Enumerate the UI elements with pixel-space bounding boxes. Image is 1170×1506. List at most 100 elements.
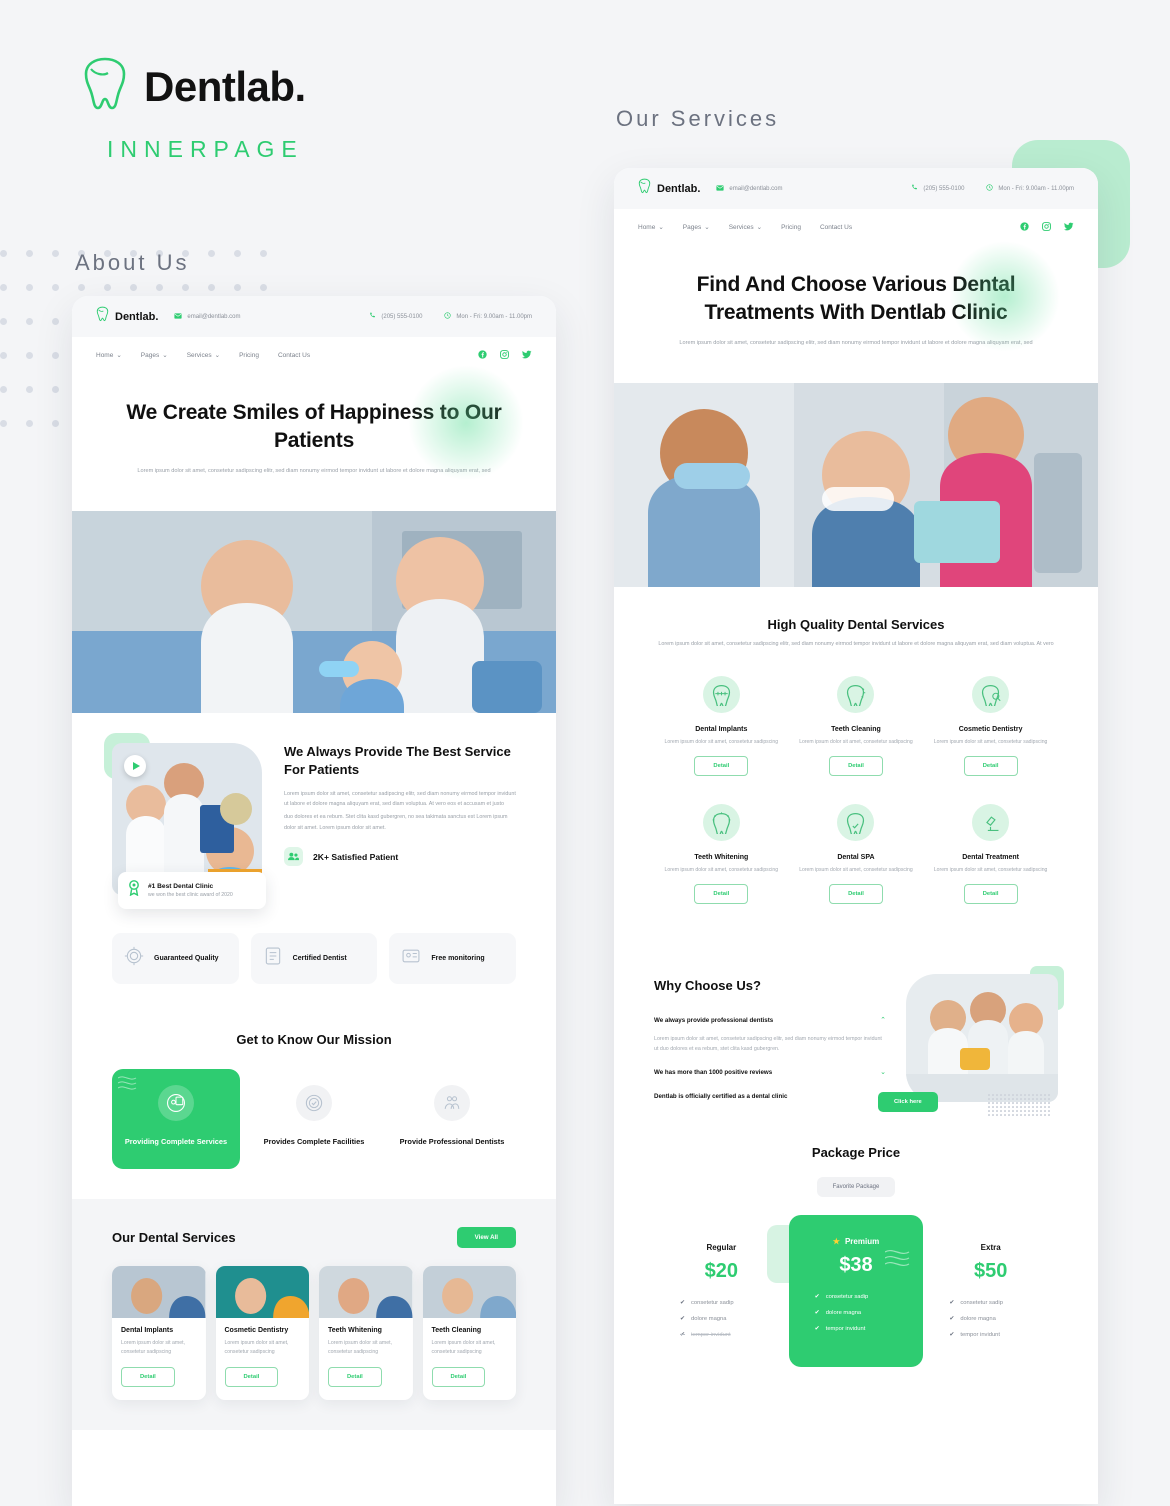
provide-media: #1 Best Dental Clinic we won the best cl… (104, 733, 266, 910)
service-card[interactable]: Cosmetic Dentistry Lorem ipsum dolor sit… (215, 1266, 309, 1400)
nav-item-home[interactable]: Home ⌄ (638, 223, 664, 232)
accordion-item[interactable]: Dentlab is officially certified as a den… (654, 1085, 886, 1109)
accordion-answer: Lorem ipsum dolor sit amet, consetetur s… (654, 1035, 882, 1053)
dental-services-title: Our Dental Services (112, 1230, 236, 1246)
topbar-logo[interactable]: Dentlab. (638, 178, 700, 199)
topbar-email[interactable]: email@dentlab.com (716, 184, 783, 193)
facebook-icon[interactable] (1020, 218, 1029, 236)
package-price-title: Package Price (811, 1145, 901, 1161)
nav-item-services[interactable]: Services ⌄ (729, 223, 762, 232)
detail-button[interactable]: Detail (224, 1366, 279, 1387)
topbar-logo[interactable]: Dentlab. (96, 306, 158, 327)
service-item-title: Cosmetic Dentistry (958, 725, 1023, 733)
pricing-plan-premium[interactable]: ★ Premium $38 ✔ consetetur sadip ✔ dolore m… (788, 1215, 924, 1368)
service-item[interactable]: Teeth Cleaning Lorem ipsum dolor sit ame… (789, 675, 924, 777)
topbar: Dentlab. email@dentlab.com (205) 555-010… (72, 296, 556, 337)
click-here-button[interactable]: Click here (878, 1092, 938, 1113)
play-button[interactable] (124, 755, 146, 778)
plan-feature: ✔ tempor invidunt (680, 1331, 731, 1339)
twitter-icon[interactable] (1064, 218, 1074, 236)
instagram-icon[interactable] (500, 346, 509, 364)
plan-price: $50 (973, 1260, 1008, 1283)
plan-feature: ✔ dolore magna (680, 1315, 727, 1323)
service-card-image (112, 1266, 206, 1319)
phone-icon (911, 184, 918, 193)
chevron-up-icon[interactable]: ⌃ (880, 1016, 886, 1024)
detail-button[interactable]: Detail (829, 884, 883, 905)
badge-certified-dentist[interactable]: Certified Dentist (250, 933, 378, 985)
service-item[interactable]: Dental Implants Lorem ipsum dolor sit am… (654, 675, 789, 777)
detail-button[interactable]: Detail (963, 756, 1018, 777)
quality-shield-icon (124, 946, 144, 971)
plan-name: Regular (706, 1243, 737, 1253)
hero-section: Find And Choose Various Dental Treatment… (614, 239, 1098, 384)
brand-block: Dentlab. INNERPAGE (82, 55, 306, 163)
service-card-title: Teeth Cleaning (431, 1327, 482, 1335)
topbar-phone[interactable]: (205) 555-0100 (911, 184, 964, 193)
tooth-sparkle-icon (837, 675, 875, 713)
twitter-icon[interactable] (522, 346, 532, 364)
chevron-down-icon[interactable]: ⌄ (880, 1068, 886, 1076)
mission-card-provide-professional-dentists[interactable]: Provide Professional Dentists (388, 1069, 516, 1169)
nav-item-contact-us[interactable]: Contact Us (278, 352, 310, 359)
topbar-phone[interactable]: (205) 555-0100 (369, 312, 422, 321)
nav-item-home[interactable]: Home ⌄ (96, 351, 122, 360)
service-item[interactable]: Dental SPA Lorem ipsum dolor sit amet, c… (789, 804, 924, 905)
detail-button[interactable]: Detail (431, 1366, 486, 1387)
navbar: Home ⌄ Pages ⌄ Services ⌄ Pricing Contact U… (614, 209, 1098, 245)
nav-item-pricing[interactable]: Pricing (781, 224, 801, 231)
view-all-button[interactable]: View All (456, 1227, 516, 1249)
accordion-item[interactable]: We always provide professional dentists … (654, 1009, 886, 1060)
topbar-email[interactable]: email@dentlab.com (174, 312, 241, 321)
mission-card-provides-complete-facilities[interactable]: Provides Complete Facilities (250, 1069, 378, 1169)
service-item[interactable]: Cosmetic Dentistry Lorem ipsum dolor sit… (923, 675, 1058, 777)
detail-button[interactable]: Detail (694, 756, 749, 777)
provide-body-text-2: duo dolores et ea rebum. Stet clita kasd… (284, 814, 508, 831)
plan-price: $20 (704, 1260, 739, 1283)
tooth-shine-icon (702, 804, 740, 842)
badge-guaranteed-quality[interactable]: Guaranteed Quality (112, 933, 239, 985)
service-card-title: Cosmetic Dentistry (224, 1327, 289, 1335)
our-services-label: Our Services (616, 106, 780, 131)
nav-item-pages[interactable]: Pages ⌄ (141, 351, 168, 360)
pricing-plan-extra[interactable]: Extra $50 ✔ consetetur sadip ✔ dolore magn… (923, 1227, 1058, 1367)
service-card[interactable]: Teeth Whitening Lorem ipsum dolor sit am… (319, 1266, 413, 1400)
satisfied-patients: 2K+ Satisfied Patient (313, 851, 399, 862)
detail-button[interactable]: Detail (829, 756, 883, 777)
medal-icon (127, 880, 141, 901)
detail-button[interactable]: Detail (963, 884, 1018, 905)
service-item-title: Dental Treatment (962, 854, 1019, 862)
detail-button[interactable]: Detail (328, 1366, 382, 1387)
mission-card-label: Provide Professional Dentists (399, 1137, 505, 1147)
nav-item-pricing[interactable]: Pricing (239, 352, 259, 359)
favorite-package-pill[interactable]: Favorite Package (816, 1177, 896, 1198)
service-item-title: Teeth Whitening (694, 854, 749, 862)
star-icon: ★ (832, 1237, 840, 1247)
topbar-email-text: email@dentlab.com (729, 185, 783, 192)
facebook-icon[interactable] (478, 346, 487, 364)
badge-label: Free monitoring (431, 954, 485, 962)
service-card[interactable]: Teeth Cleaning Lorem ipsum dolor sit ame… (422, 1266, 516, 1400)
nav-item-contact-us[interactable]: Contact Us (820, 224, 852, 231)
nav-item-pages[interactable]: Pages ⌄ (683, 223, 710, 232)
instagram-icon[interactable] (1042, 218, 1051, 236)
detail-button[interactable]: Detail (121, 1366, 175, 1387)
detail-button[interactable]: Detail (694, 884, 749, 905)
award-title: #1 Best Dental Clinic (148, 883, 214, 891)
phone-icon (369, 312, 376, 321)
service-item-desc: Lorem ipsum dolor sit amet, consetetur s… (799, 738, 913, 745)
hero-section: We Create Smiles of Happiness to Our Pat… (72, 363, 556, 512)
topbar-phone-text: (205) 555-0100 (381, 313, 423, 320)
service-item[interactable]: Dental Treatment Lorem ipsum dolor sit a… (923, 804, 1058, 905)
chevron-down-icon: ⌄ (704, 224, 710, 231)
why-choose-image (906, 974, 1058, 1103)
check-icon: ✔ (814, 1310, 820, 1317)
nav-item-services[interactable]: Services ⌄ (187, 351, 220, 360)
mission-card-providing-complete-services[interactable]: Providing Complete Services (112, 1069, 240, 1170)
service-item[interactable]: Teeth Whitening Lorem ipsum dolor sit am… (654, 804, 789, 905)
accordion-item[interactable]: We has more than 1000 positive reviews ⌄ (654, 1061, 886, 1085)
badge-free-monitoring[interactable]: Free monitoring (389, 933, 517, 985)
plan-feature: ✔ dolore magna (814, 1309, 862, 1317)
service-card[interactable]: Dental Implants Lorem ipsum dolor sit am… (112, 1266, 206, 1400)
users-icon (284, 847, 303, 867)
